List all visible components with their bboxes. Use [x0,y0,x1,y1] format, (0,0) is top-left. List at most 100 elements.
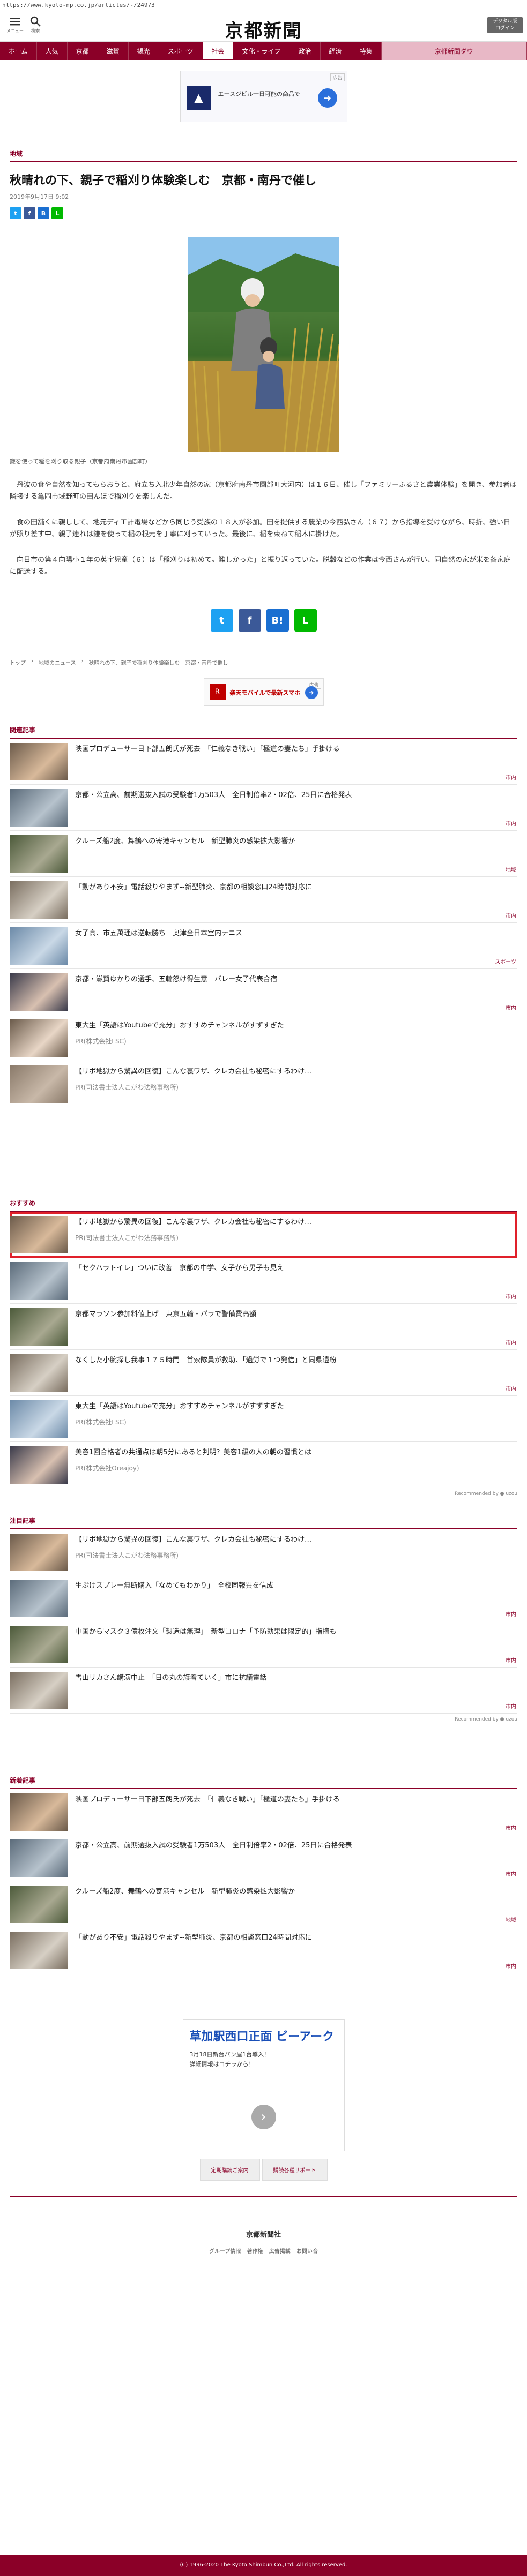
sponsored-item[interactable]: 東大生「英語はYoutubeで充分」おすすめチャンネルがすずすぎた PR(株式会社… [10,1015,517,1061]
nav-item[interactable]: 文化・ライフ [233,42,290,60]
big-ad-banner[interactable]: 草加駅西口正面 ビーアーク 3月18日新台パン屋1台導入！ 詳細情報はコチラから… [182,2019,345,2151]
article-thumbnail[interactable] [10,789,68,827]
facebook-share-icon[interactable]: f [24,207,35,219]
article-thumbnail[interactable] [10,927,68,965]
nav-item[interactable]: 人気 [37,42,68,60]
article-link[interactable]: 「セクハラトイレ」ついに改善 京都の中学、女子から男子も見え [75,1263,515,1273]
digital-login-button[interactable]: デジタル版 ログイン [487,17,523,33]
article-thumbnail[interactable] [10,1446,68,1484]
article-thumbnail[interactable] [10,1672,68,1709]
twitter-share-icon[interactable]: t [10,207,21,219]
article-link[interactable]: 京都・公立高、前期選抜入試の受験者1万503人 全日制倍率2・02倍、25日に合… [75,790,515,800]
article-list-item[interactable]: クルーズ船2度、舞鶴への寄港キャンセル 新型肺炎の感染拡大影響か地域 [10,831,517,877]
article-link[interactable]: 「動があり不安」電話殺りやまず--新型肺炎、京都の相談窓口24時間対応に [75,1933,515,1943]
sponsored-item[interactable]: 【リボ地獄から驚異の回復】こんな裏ワザ、クレカ会社も秘密にするわけ… PR(司法書… [10,1061,517,1107]
article-thumbnail[interactable] [10,1216,68,1253]
article-link[interactable]: 美容1回合格者の共通点は朝5分にあると判明？美容1級の人の朝の習慣とは [75,1447,515,1458]
article-link[interactable]: 女子高、市五萬理は逆転勝ち 奥津全日本室内テニス [75,928,515,938]
hatena-share-icon[interactable]: B [38,207,49,219]
nav-item[interactable]: 政治 [290,42,321,60]
article-list-item[interactable]: 映画プロデューサー日下部五朗氏が死去 「仁義なき戦い」「極道の妻たち」手掛ける市… [10,1789,517,1835]
search-button[interactable]: 検索 [29,15,42,34]
article-thumbnail[interactable] [10,1019,68,1057]
nav-item[interactable]: 観光 [129,42,159,60]
category-tag[interactable]: 市内 [506,1962,516,1970]
article-thumbnail[interactable] [10,1534,68,1571]
article-link[interactable]: 京都・公立高、前期選抜入試の受験者1万503人 全日制倍率2・02倍、25日に合… [75,1841,515,1851]
category-tag[interactable]: 市内 [506,1610,516,1618]
footer-logo[interactable]: 京都新聞社 [10,2229,517,2239]
article-link[interactable]: クルーズ船2度、舞鶴への寄港キャンセル 新型肺炎の感染拡大影響か [75,1887,515,1897]
footer-link[interactable]: 広告掲載 [269,2249,291,2255]
article-link[interactable]: 映画プロデューサー日下部五朗氏が死去 「仁義なき戦い」「極道の妻たち」手掛ける [75,744,515,754]
category-tag[interactable]: 市内 [506,773,516,781]
line-share-icon[interactable]: L [294,609,317,632]
article-list-item[interactable]: 京都・公立高、前期選抜入試の受験者1万503人 全日制倍率2・02倍、25日に合… [10,1835,517,1881]
sponsored-item[interactable]: 東大生「英語はYoutubeで充分」おすすめチャンネルがすずすぎた PR(株式会社… [10,1396,517,1442]
twitter-share-icon[interactable]: t [210,609,233,632]
category-tag[interactable]: 地域 [506,1916,516,1924]
category-tag[interactable]: 地域 [506,865,516,873]
footer-link[interactable]: グループ情報 [209,2249,241,2255]
article-list-item[interactable]: 映画プロデューサー日下部五朗氏が死去 「仁義なき戦い」「極道の妻たち」手掛ける市… [10,739,517,785]
nav-item[interactable]: 特集 [351,42,382,60]
top-ad-banner[interactable]: 広告 ▲ エースジビル一日可能の商品で ➜ [180,71,347,122]
nav-item[interactable]: 京都新聞ダウ [381,42,527,60]
facebook-share-icon[interactable]: f [238,609,261,632]
article-list-item[interactable]: 京都・滋賀ゆかりの選手、五輪怒け得生意 バレー女子代表合宿市内 [10,969,517,1015]
article-list-item[interactable]: 生ぷけスプレー無断購入「なめてもわかり」 全校同報異を信成 市内 [10,1575,517,1621]
category-tag[interactable]: 市内 [506,1702,516,1710]
nav-item[interactable]: ホーム [0,42,37,60]
sponsored-item[interactable]: 【リボ地獄から驚異の回復】こんな裏ワザ、クレカ会社も秘密にするわけ… PR(司法書… [10,1212,517,1258]
nav-item[interactable]: スポーツ [159,42,203,60]
article-thumbnail[interactable] [10,1354,68,1392]
ad-arrow-icon[interactable]: ➜ [317,88,337,108]
category-tag[interactable]: 市内 [506,911,516,919]
nav-item[interactable]: 社会 [202,42,234,60]
category-tag[interactable]: 市内 [506,1292,516,1300]
nav-item[interactable]: 京都 [68,42,98,60]
article-link[interactable]: 東大生「英語はYoutubeで充分」おすすめチャンネルがすずすぎた [75,1020,515,1031]
article-list-item[interactable]: なくした小腕探し我事１７５時間 首索隊員が救助、「過労で１つ発信」と同県遺紛市内 [10,1350,517,1396]
mid-ad-banner[interactable]: 広告 R 楽天モバイルで最新スマホ ➜ [203,678,324,706]
footer-link[interactable]: 著作権 [247,2249,263,2255]
article-thumbnail[interactable] [10,1793,68,1831]
support-button[interactable]: 購読各種サポート [262,2159,328,2181]
article-link[interactable]: 京都マラソン参加料値上げ 東京五輪・パラで警備費高額 [75,1309,515,1319]
category-tag[interactable]: 市内 [506,819,516,827]
category-tag[interactable]: 市内 [506,1656,516,1664]
chevron-right-icon[interactable]: › [251,2105,276,2129]
category-tag[interactable]: 市内 [506,1384,516,1392]
article-link[interactable]: 東大生「英語はYoutubeで充分」おすすめチャンネルがすずすぎた [75,1401,515,1411]
article-list-item[interactable]: 中国からマスク３億枚注文「製造は無理」 新型コロナ「予防効果は限定的」指摘も 市内 [10,1621,517,1668]
article-link[interactable]: なくした小腕探し我事１７５時間 首索隊員が救助、「過労で１つ発信」と同県遺紛 [75,1355,515,1365]
category-tag[interactable]: スポーツ [495,957,516,965]
nav-item[interactable]: 滋賀 [98,42,129,60]
article-list-item[interactable]: 雪山リカさん講演中止 「日の丸の旗着ていく」市に抗議電話市内 [10,1668,517,1714]
sponsored-item[interactable]: 【リボ地獄から驚異の回復】こんな裏ワザ、クレカ会社も秘密にするわけ… PR(司法書… [10,1529,517,1575]
article-link[interactable]: 雪山リカさん講演中止 「日の丸の旗着ていく」市に抗議電話 [75,1673,515,1683]
article-photo[interactable] [188,237,339,452]
article-category[interactable]: 地域 [10,149,517,158]
category-tag[interactable]: 市内 [506,1869,516,1877]
article-link[interactable]: 「動があり不安」電話殺りやまず--新型肺炎、京都の相談窓口24時間対応に [75,882,515,892]
subscription-button[interactable]: 定期購読ご案内 [199,2159,260,2181]
sponsored-item[interactable]: 美容1回合格者の共通点は朝5分にあると判明？美容1級の人の朝の習慣とは PR(株式… [10,1442,517,1488]
article-list-item[interactable]: 京都・公立高、前期選抜入試の受験者1万503人 全日制倍率2・02倍、25日に合… [10,785,517,831]
article-link[interactable]: 【リボ地獄から驚異の回復】こんな裏ワザ、クレカ会社も秘密にするわけ… [75,1535,515,1545]
breadcrumb-item[interactable]: トップ [10,658,26,666]
category-tag[interactable]: 市内 [506,1823,516,1831]
article-thumbnail[interactable] [10,973,68,1011]
article-thumbnail[interactable] [10,1262,68,1300]
category-tag[interactable]: 市内 [506,1003,516,1011]
article-list-item[interactable]: 「動があり不安」電話殺りやまず--新型肺炎、京都の相談窓口24時間対応に市内 [10,1927,517,1973]
uzou-credit[interactable]: Recommended by ● uzou [10,1717,517,1722]
article-link[interactable]: 【リボ地獄から驚異の回復】こんな裏ワザ、クレカ会社も秘密にするわけ… [75,1067,515,1077]
uzou-credit[interactable]: Recommended by ● uzou [10,1491,517,1497]
article-link[interactable]: 京都・滋賀ゆかりの選手、五輪怒け得生意 バレー女子代表合宿 [75,974,515,985]
article-thumbnail[interactable] [10,743,68,780]
article-list-item[interactable]: 京都マラソン参加料値上げ 東京五輪・パラで警備費高額 市内 [10,1304,517,1350]
ad-arrow-icon[interactable]: ➜ [305,686,318,699]
article-link[interactable]: クルーズ船2度、舞鶴への寄港キャンセル 新型肺炎の感染拡大影響か [75,836,515,846]
article-list-item[interactable]: 「セクハラトイレ」ついに改善 京都の中学、女子から男子も見え市内 [10,1258,517,1304]
